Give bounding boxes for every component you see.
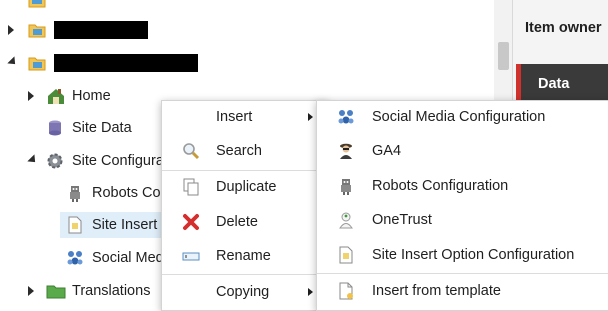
menu-item-label: Robots Configuration (372, 178, 509, 194)
redacted-site-name (54, 21, 148, 39)
insert-item-insert-from-template[interactable]: Insert from template (317, 275, 608, 307)
tree-item-home[interactable]: Home (28, 83, 111, 109)
robot-icon (337, 177, 355, 195)
delete-x-icon (182, 213, 200, 231)
insert-item-social-media-configuration[interactable]: Social Media Configuration (317, 101, 608, 133)
insert-item-robots-configuration[interactable]: Robots Configuration (317, 170, 608, 202)
item-owner-header: Item owner (525, 20, 602, 36)
submenu-arrow-icon (308, 113, 313, 121)
tree-row-partial (28, 0, 54, 13)
submenu-arrow-icon (308, 288, 313, 296)
menu-item-label: Duplicate (216, 179, 277, 195)
site-folder-icon (28, 21, 46, 39)
tree-item-label: Home (72, 88, 111, 104)
menu-item-label: Search (216, 143, 262, 159)
menu-item-label: OneTrust (372, 212, 432, 228)
tree-scrollbar-thumb[interactable] (498, 42, 509, 70)
menu-item-copying[interactable]: Copying (162, 276, 327, 308)
insert-item-site-insert-option-configuration[interactable]: Site Insert Option Configuration (317, 239, 608, 271)
site-folder-icon (28, 54, 46, 72)
template-icon (337, 282, 355, 300)
menu-item-label: Social Media Configuration (372, 109, 546, 125)
tree-item-label: Site Data (72, 120, 132, 136)
tree-item-label: Translations (72, 283, 151, 299)
gear-icon (46, 152, 64, 170)
data-section-header[interactable]: Data (516, 64, 608, 104)
menu-item-delete[interactable]: Delete (162, 206, 327, 238)
tree-item-site-data[interactable]: Site Data (46, 115, 132, 141)
menu-item-rename[interactable]: Rename (162, 240, 327, 272)
tree-row-site-2[interactable] (7, 50, 198, 76)
tree-item-translations[interactable]: Translations (28, 278, 150, 304)
insert-option-icon (337, 246, 355, 264)
rename-icon (182, 247, 200, 265)
onetrust-icon (337, 211, 355, 229)
expand-arrow-icon[interactable] (8, 25, 20, 35)
magnifier-icon (182, 142, 200, 160)
robot-icon (66, 184, 84, 202)
collapse-arrow-icon[interactable] (7, 55, 20, 68)
context-menu: Insert Search Duplicate Delete Rename Co… (161, 100, 328, 311)
redacted-site-name (54, 54, 198, 72)
menu-item-label: GA4 (372, 143, 402, 159)
menu-item-label: Insert from template (372, 283, 501, 299)
insert-submenu: Social Media Configuration GA4 Robots Co… (316, 100, 608, 311)
menu-item-duplicate[interactable]: Duplicate (162, 171, 327, 203)
menu-item-insert[interactable]: Insert (162, 101, 327, 133)
menu-separator (162, 274, 327, 275)
insert-option-icon (66, 216, 84, 234)
menu-item-label: Rename (216, 248, 271, 264)
home-icon (46, 87, 64, 105)
menu-item-search[interactable]: Search (162, 135, 327, 167)
data-section-label: Data (538, 76, 570, 92)
social-people-icon (66, 249, 84, 267)
social-people-icon (337, 108, 355, 126)
database-icon (46, 119, 64, 137)
agent-icon (337, 142, 355, 160)
menu-item-label: Copying (216, 284, 270, 300)
menu-item-label: Insert (216, 109, 253, 125)
collapse-arrow-icon[interactable] (27, 153, 40, 166)
expand-arrow-icon[interactable] (28, 91, 40, 101)
menu-separator (317, 273, 608, 274)
tree-row-site-1[interactable] (8, 17, 148, 43)
menu-item-label: Site Insert Option Configuration (372, 247, 575, 263)
folder-green-icon (46, 282, 66, 300)
insert-item-ga4[interactable]: GA4 (317, 135, 608, 167)
expand-arrow-icon[interactable] (28, 286, 40, 296)
folder-icon (28, 0, 46, 9)
insert-item-onetrust[interactable]: OneTrust (317, 204, 608, 236)
duplicate-icon (182, 178, 200, 196)
menu-item-label: Delete (216, 214, 258, 230)
